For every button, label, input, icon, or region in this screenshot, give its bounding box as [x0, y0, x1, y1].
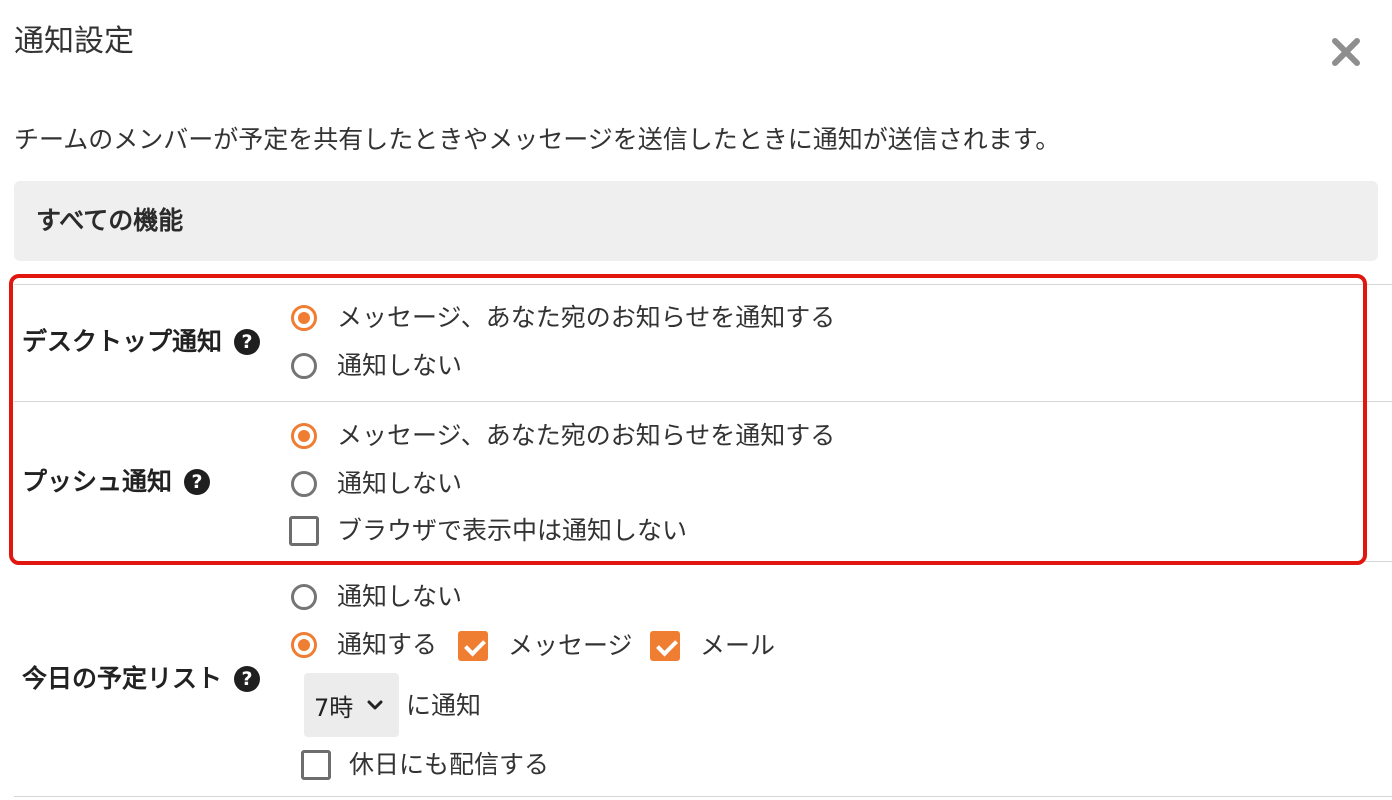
push-browser-checkbox[interactable] [289, 516, 319, 546]
desktop-notification-label: デスクトップ通知 ? [22, 324, 261, 360]
time-select[interactable]: 7時 [304, 673, 399, 737]
push-browser-checkbox-label: ブラウザで表示中は通知しない [337, 516, 688, 545]
push-notification-label: プッシュ通知 ? [22, 464, 211, 500]
dialog-description: チームのメンバーが予定を共有したときやメッセージを送信したときに通知が送信されま… [14, 125, 1061, 154]
today-mail-checkbox[interactable] [650, 631, 680, 661]
desktop-option-notify-label: メッセージ、あなた宛のお知らせを通知する [337, 303, 836, 332]
today-holiday-label: 休日にも配信する [349, 750, 550, 779]
radio-unchecked[interactable] [291, 353, 317, 379]
push-option-off-label: 通知しない [337, 469, 463, 498]
today-option-off-label: 通知しない [337, 582, 463, 611]
radio-checked[interactable] [291, 632, 317, 658]
today-option-off[interactable]: 通知しない [291, 579, 462, 615]
today-holiday-checkbox[interactable] [301, 750, 331, 780]
section-header: すべての機能 [14, 181, 1378, 261]
desktop-option-off-label: 通知しない [337, 351, 463, 380]
desktop-option-off[interactable]: 通知しない [291, 348, 462, 384]
close-button[interactable] [1330, 36, 1362, 68]
radio-unchecked[interactable] [291, 471, 317, 497]
today-message-label: メッセージ [508, 631, 633, 660]
time-suffix: に通知 [406, 691, 482, 720]
today-message-checkbox[interactable] [458, 631, 488, 661]
close-icon [1332, 38, 1360, 66]
radio-unchecked[interactable] [291, 584, 317, 610]
today-message-checkbox-row[interactable]: メッセージ [458, 628, 633, 664]
time-select-value: 7時 [314, 693, 354, 722]
today-schedule-label: 今日の予定リスト ? [22, 661, 261, 697]
chevron-down-icon [367, 700, 383, 710]
push-option-notify[interactable]: メッセージ、あなた宛のお知らせを通知する [291, 418, 835, 454]
today-mail-checkbox-row[interactable]: メール [650, 628, 775, 664]
desktop-notification-label-text: デスクトップ通知 [22, 327, 223, 356]
push-notification-label-text: プッシュ通知 [22, 467, 173, 496]
dialog-title: 通知設定 [14, 24, 134, 59]
push-browser-checkbox-row[interactable]: ブラウザで表示中は通知しない [289, 513, 687, 549]
radio-checked[interactable] [291, 305, 317, 331]
today-option-on[interactable]: 通知する [291, 627, 437, 663]
today-option-on-label: 通知する [337, 630, 438, 659]
divider [14, 796, 1392, 797]
desktop-option-notify[interactable]: メッセージ、あなた宛のお知らせを通知する [291, 300, 835, 336]
today-holiday-checkbox-row[interactable]: 休日にも配信する [301, 747, 549, 783]
radio-checked[interactable] [291, 423, 317, 449]
push-option-off[interactable]: 通知しない [291, 466, 462, 502]
today-schedule-label-text: 今日の予定リスト [22, 664, 223, 693]
today-mail-label: メール [700, 631, 776, 660]
push-option-notify-label: メッセージ、あなた宛のお知らせを通知する [337, 421, 836, 450]
question-circle-icon[interactable]: ? [184, 469, 211, 495]
question-circle-icon[interactable]: ? [234, 666, 261, 692]
question-circle-icon[interactable]: ? [234, 329, 261, 355]
section-title: すべての機能 [36, 206, 184, 235]
